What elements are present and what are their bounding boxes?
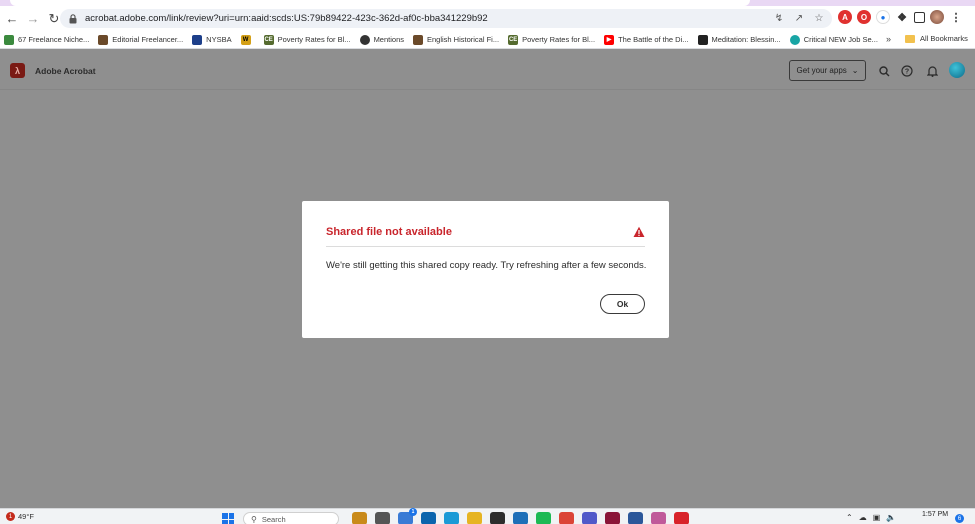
system-tray: ⌃ ☁ ▣ 🔈 [846, 513, 896, 522]
taskview-app-icon[interactable] [375, 512, 390, 524]
temperature: 49°F [18, 512, 34, 521]
dialog-divider [326, 246, 645, 247]
acrobat-header: λ Adobe Acrobat Get your apps ⌄ ? [0, 50, 975, 90]
network-icon[interactable]: ☁ [859, 513, 867, 522]
terminal-app-icon[interactable] [490, 512, 505, 524]
star-icon[interactable]: ☆ [812, 10, 826, 26]
bookmark-item[interactable]: NYSBA [192, 34, 232, 45]
bell-icon[interactable] [925, 64, 939, 78]
outlook-app-icon[interactable] [421, 512, 436, 524]
copilot-app-icon[interactable]: 1 [398, 508, 417, 524]
leaf-icon [4, 34, 14, 45]
word-app-icon[interactable] [628, 512, 643, 524]
adblock-icon[interactable]: A [838, 10, 852, 24]
job-icon [789, 34, 800, 45]
p-app-icon[interactable] [513, 512, 528, 524]
dialog-message: We're still getting this shared copy rea… [326, 260, 647, 271]
back-arrow-icon[interactable]: ← [3, 10, 21, 28]
file-explorer-app-icon[interactable] [467, 512, 482, 524]
user-avatar[interactable] [949, 62, 965, 78]
ce-icon: CE [508, 34, 519, 45]
windows-taskbar: 1 49°F ⚲ Search 1 ⌃ ☁ ▣ 🔈 1:57 PM 6 [0, 508, 975, 524]
svg-text:?: ? [905, 69, 909, 76]
bookmark-item[interactable]: Mentions [359, 34, 404, 45]
bookmark-item[interactable]: W [240, 34, 255, 45]
acrobat-app-icon[interactable] [674, 512, 689, 524]
ce-icon: CE [263, 34, 274, 45]
indesign-app-icon[interactable] [605, 512, 620, 524]
chevron-up-icon[interactable]: ⌃ [846, 513, 853, 522]
opera-icon[interactable]: O [857, 10, 871, 24]
bookmarks-bar: 67 Freelance Niche... Editorial Freelanc… [0, 31, 975, 49]
help-icon[interactable]: ? [900, 64, 914, 78]
bookmark-item[interactable]: CE Poverty Rates for Bl... [263, 34, 351, 45]
app-badge: 1 [409, 508, 417, 516]
app-title: Adobe Acrobat [35, 66, 96, 76]
weather-alert-badge: 1 [6, 512, 15, 521]
weather-widget[interactable]: 1 49°F [6, 512, 34, 521]
nysba-icon [192, 34, 203, 45]
taskbar-search[interactable]: ⚲ Search [243, 512, 339, 524]
meditation-icon [697, 34, 708, 45]
spotify-app-icon[interactable] [536, 512, 551, 524]
taskbar-apps: 1 [352, 508, 689, 524]
teams-app-icon[interactable] [582, 512, 597, 524]
chevron-down-icon: ⌄ [851, 66, 859, 75]
chrome-app-icon[interactable] [559, 512, 574, 524]
dialog-title: Shared file not available [326, 226, 452, 238]
address-bar[interactable]: acrobat.adobe.com/link/review?uri=urn:aa… [60, 9, 832, 28]
bookmark-item[interactable]: CE Poverty Rates for Bl... [508, 34, 595, 45]
snip-app-icon[interactable] [651, 512, 666, 524]
profile-avatar-icon[interactable] [930, 10, 944, 24]
mentions-icon [359, 34, 370, 45]
ok-button[interactable]: Ok [600, 294, 645, 314]
eye-extension-icon[interactable]: ● [876, 10, 890, 24]
w-icon: W [240, 34, 251, 45]
folder-icon [905, 34, 915, 43]
notification-badge[interactable]: 6 [955, 514, 964, 523]
briefcase-app-icon[interactable] [352, 512, 367, 524]
bookmark-item[interactable]: Meditation: Blessin... [697, 34, 781, 45]
volume-icon[interactable]: 🔈 [886, 513, 896, 522]
bookmark-item[interactable]: ▶ The Battle of the Di... [604, 34, 689, 45]
more-bookmarks-button[interactable]: » [886, 34, 891, 44]
menu-dots-icon[interactable]: ⋮ [949, 10, 963, 24]
lock-icon[interactable] [69, 13, 79, 24]
install-app-icon[interactable]: ↯ [772, 10, 786, 26]
bookmark-item[interactable]: 67 Freelance Niche... [4, 34, 89, 45]
bookmark-item[interactable]: English Historical Fi... [413, 34, 499, 45]
forward-arrow-icon[interactable]: → [24, 10, 42, 28]
bookmark-item[interactable]: Critical NEW Job Se... [789, 34, 878, 45]
search-icon[interactable] [877, 64, 891, 78]
puzzle-extensions-icon[interactable]: ❖ [895, 10, 909, 24]
share-icon[interactable]: ↗ [792, 10, 806, 26]
get-your-apps-button[interactable]: Get your apps ⌄ [789, 60, 866, 81]
editorial-icon [98, 34, 109, 45]
windows-start-icon[interactable] [222, 513, 234, 524]
youtube-icon: ▶ [604, 34, 615, 45]
acrobat-logo-icon[interactable]: λ [10, 63, 25, 78]
all-bookmarks-button[interactable]: All Bookmarks [905, 34, 968, 43]
url-text[interactable]: acrobat.adobe.com/link/review?uri=urn:aa… [85, 13, 488, 24]
sidepanel-icon[interactable] [914, 11, 925, 23]
error-dialog: Shared file not available We're still ge… [302, 201, 669, 338]
warning-icon [633, 226, 645, 238]
display-icon[interactable]: ▣ [873, 513, 881, 522]
book-icon [413, 34, 423, 45]
browser-toolbar: ← → ↻ acrobat.adobe.com/link/review?uri=… [0, 6, 975, 31]
edge-app-icon[interactable] [444, 512, 459, 524]
clock[interactable]: 1:57 PM [922, 510, 948, 519]
bookmark-item[interactable]: Editorial Freelancer... [98, 34, 183, 45]
search-icon: ⚲ [251, 514, 257, 524]
